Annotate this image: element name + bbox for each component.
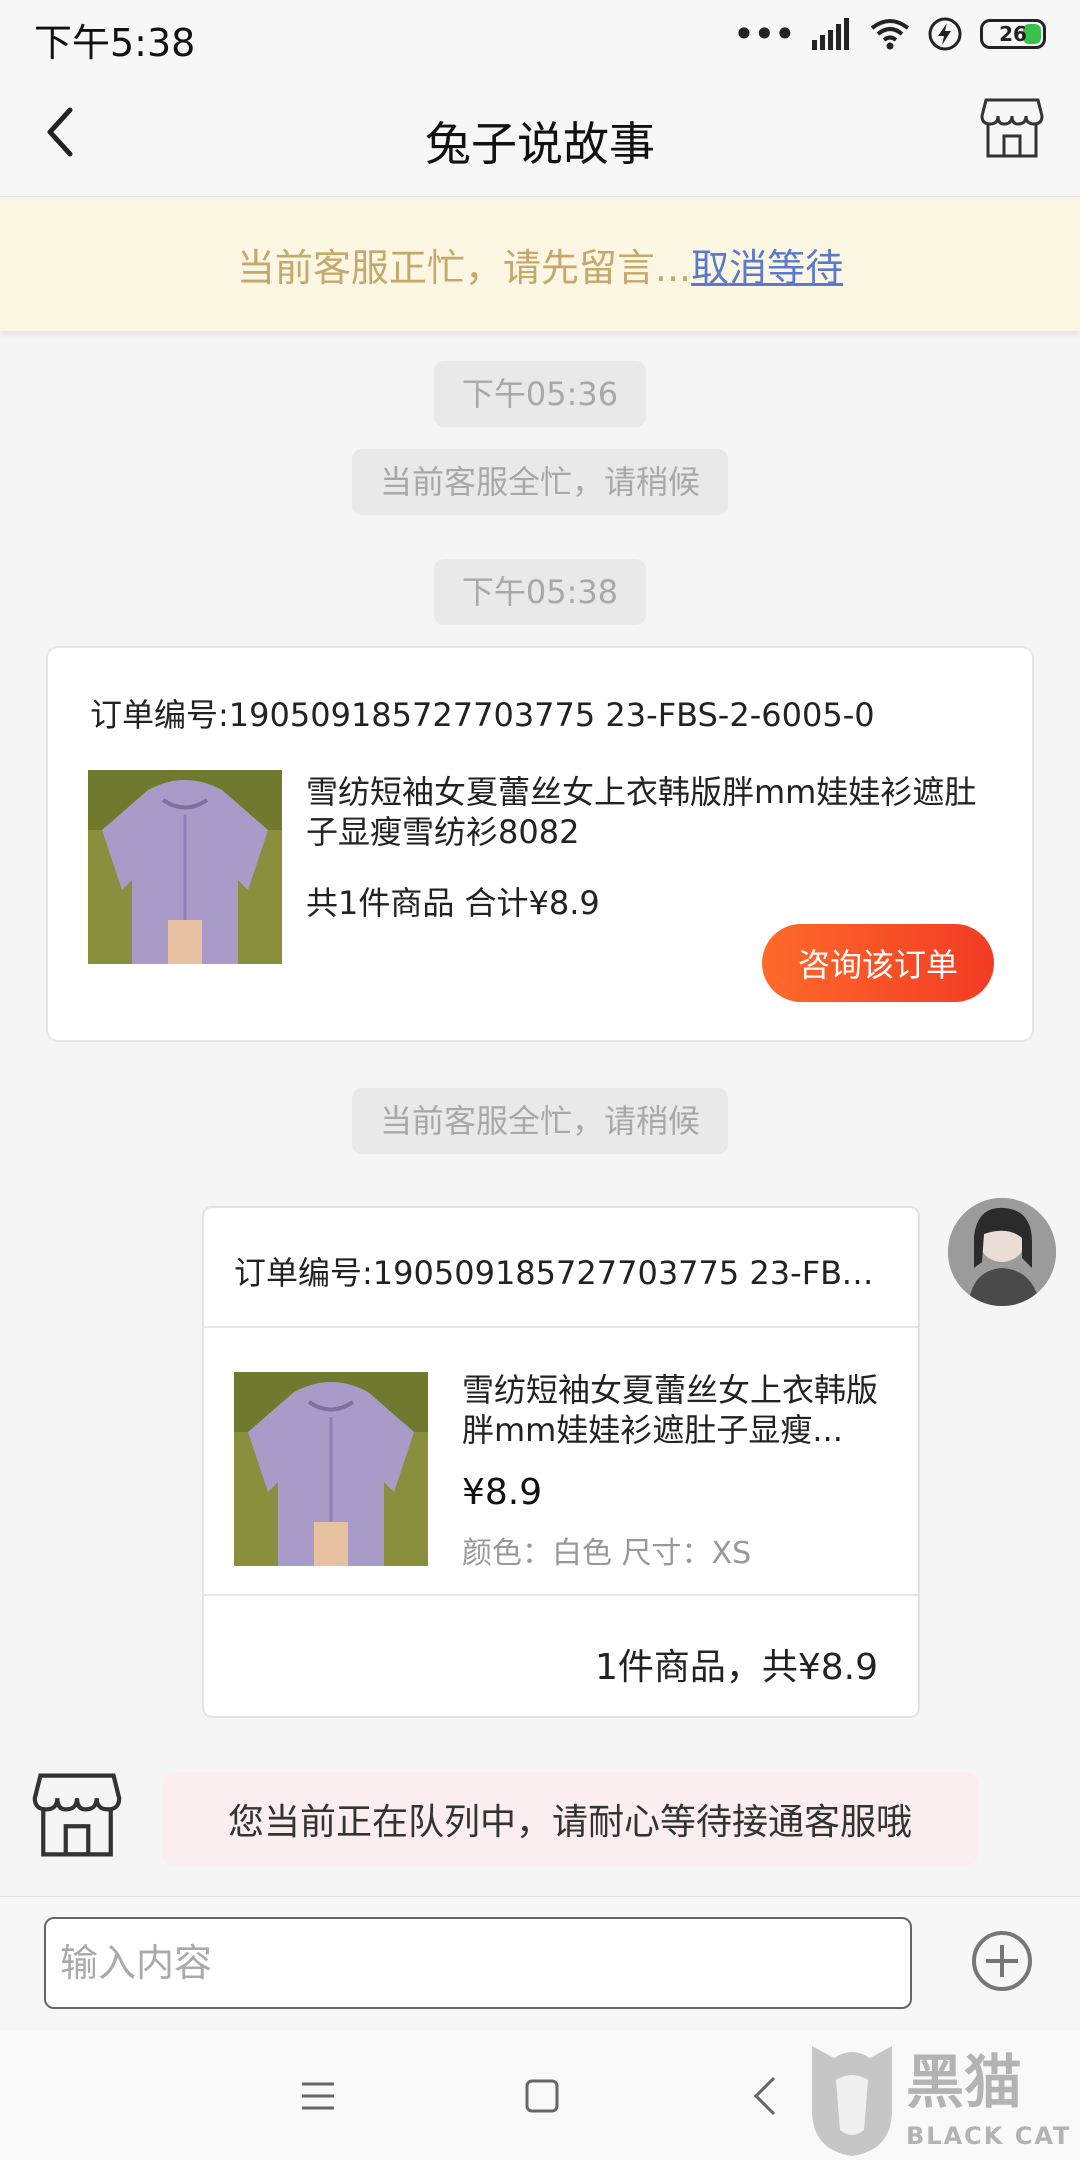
product-thumbnail [234,1372,428,1566]
order-number: 订单编号:190509185727703775 23-FBS-2-6005-0 [90,696,875,734]
timestamp-pill: 下午05:38 [433,559,647,625]
product-thumbnail[interactable] [88,770,282,964]
busy-notice-text: 当前客服正忙，请先留言... [236,245,692,290]
system-message-pill: 当前客服全忙，请稍候 [351,449,729,515]
input-bar [0,1896,1080,2029]
queue-message: 您当前正在队列中，请耐心等待接通客服哦 [162,1772,978,1866]
order-card: 订单编号:190509185727703775 23-FBS-2-6005-0 … [46,646,1034,1042]
plus-icon[interactable] [970,1929,1034,1993]
busy-notice-banner: 当前客服正忙，请先留言... 取消等待 [0,197,1080,331]
black-cat-watermark: 黑猫 BLACK CAT [812,2046,1071,2156]
home-square-icon[interactable] [524,2078,560,2114]
timestamp-pill: 下午05:36 [433,361,647,427]
battery-level: 26 [999,22,1027,46]
charging-icon [928,17,962,51]
sent-order-card[interactable]: 订单编号:190509185727703775 23-FBS-2-... 雪纺短… [202,1206,920,1718]
order-summary: 1件商品，共¥8.9 [594,1647,878,1688]
sent-order-header: 订单编号:190509185727703775 23-FBS-2-... [204,1208,918,1328]
product-name: 雪纺短袖女夏蕾丝女上衣韩版胖mm娃娃衫遮肚子显瘦... [462,1371,879,1449]
menu-icon[interactable] [298,2078,338,2114]
user-avatar[interactable] [948,1198,1056,1306]
signal-icon [812,18,849,50]
order-number: 订单编号:190509185727703775 23-FBS-2-... [234,1254,886,1292]
product-name: 雪纺短袖女夏蕾丝女上衣韩版胖mm娃娃衫遮肚子显瘦雪纺衫8082 [306,773,977,851]
status-time: 下午5:38 [34,21,196,65]
svg-text:BLACK CAT: BLACK CAT [906,2122,1071,2150]
status-icons: ••• 26 [733,14,1046,54]
wifi-icon [870,19,910,50]
order-total: 共1件商品 合计¥8.9 [306,884,600,922]
store-icon[interactable] [980,96,1044,160]
consult-order-button[interactable]: 咨询该订单 [762,924,994,1002]
store-icon [32,1773,122,1857]
page-title: 兔子说故事 [425,117,655,171]
status-bar: 下午5:38 ••• 26 [0,0,1080,70]
svg-text:黑猫: 黑猫 [906,2048,1022,2116]
more-dots-icon: ••• [732,12,796,56]
nav-back-icon[interactable] [750,2074,780,2118]
product-price: ¥8.9 [462,1472,543,1513]
sent-order-body: 雪纺短袖女夏蕾丝女上衣韩版胖mm娃娃衫遮肚子显瘦... ¥8.9 颜色：白色 尺… [204,1328,918,1596]
system-message-pill: 当前客服全忙，请稍候 [351,1088,729,1154]
chat-header: 兔子说故事 [0,70,1080,197]
product-spec: 颜色：白色 尺寸：XS [462,1536,752,1571]
cancel-wait-link[interactable]: 取消等待 [691,237,843,292]
battery-icon: 26 [980,19,1046,49]
message-input[interactable] [44,1917,912,2009]
